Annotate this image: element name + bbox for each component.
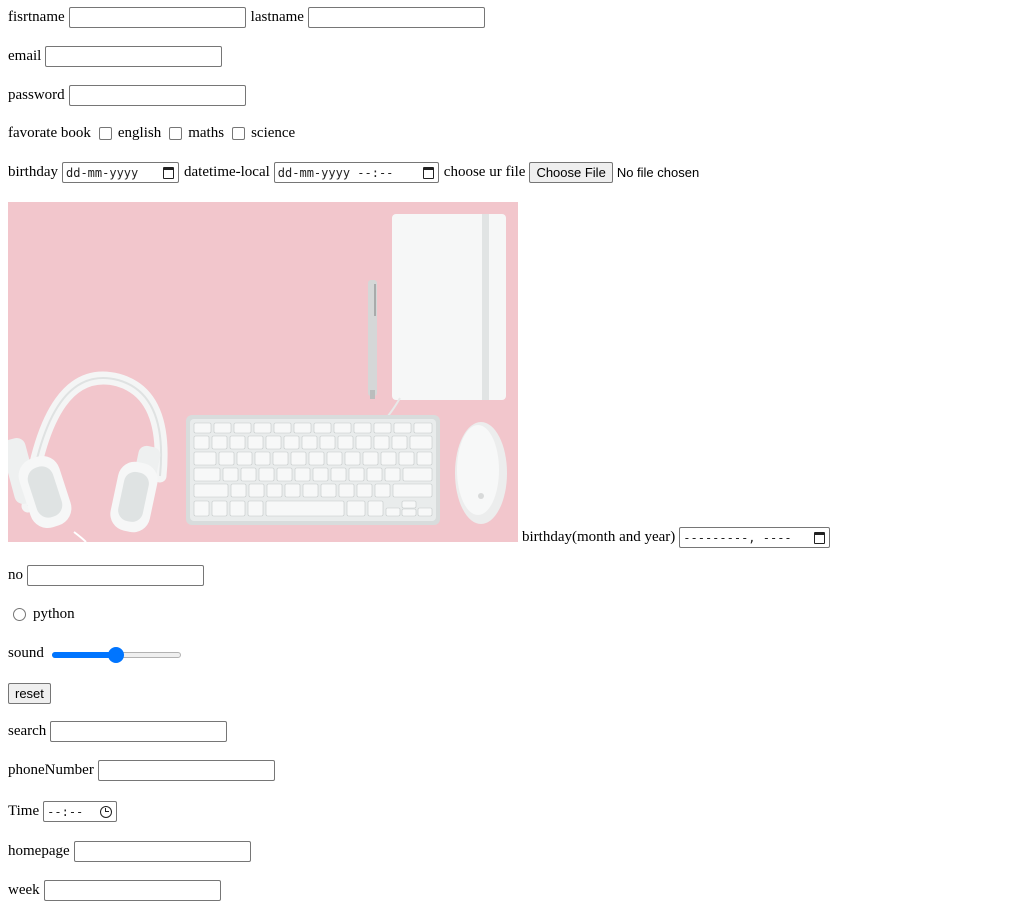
mouse — [455, 422, 507, 524]
sound-label: sound — [8, 645, 44, 661]
datetime-local-placeholder: dd-mm-yyyy --:-- — [277, 165, 394, 180]
homepage-row: homepage — [8, 841, 251, 862]
time-input[interactable]: --:-- — [43, 801, 118, 822]
datetime-local-label: datetime-local — [184, 164, 270, 180]
number-input[interactable] — [27, 565, 204, 586]
maths-checkbox[interactable] — [169, 127, 183, 140]
phone-row: phoneNumber — [8, 760, 275, 781]
number-row: no — [8, 565, 204, 586]
month-input[interactable]: ---------, ---- — [679, 527, 831, 548]
search-label: search — [8, 723, 47, 739]
reset-button[interactable]: reset — [8, 683, 51, 704]
firstname-label: fisrtname — [8, 9, 65, 25]
radio-row: python — [8, 606, 75, 623]
month-placeholder: ---------, ---- — [683, 530, 792, 545]
file-label: choose ur file — [443, 164, 526, 180]
calendar-icon[interactable] — [422, 166, 434, 179]
notebook — [387, 214, 506, 417]
lastname-input[interactable] — [307, 7, 485, 28]
month-row: birthday(month and year) ---------, ---- — [522, 527, 831, 548]
calendar-icon[interactable] — [814, 531, 826, 544]
time-label: Time — [8, 803, 40, 819]
sound-slider[interactable] — [51, 646, 181, 663]
phone-label: phoneNumber — [8, 762, 94, 778]
science-checkbox[interactable] — [232, 127, 246, 140]
slider-fill — [51, 651, 117, 658]
english-label: english — [117, 125, 162, 141]
search-input[interactable] — [50, 721, 228, 742]
week-label: week — [8, 882, 40, 898]
week-row: week — [8, 880, 221, 901]
choose-file-button[interactable]: Choose File — [529, 162, 613, 183]
password-input[interactable] — [68, 85, 246, 106]
favorite-book-row: favorate book english maths science — [8, 125, 295, 142]
desk-photo — [8, 202, 518, 542]
email-label: email — [8, 48, 42, 64]
favorite-book-label: favorate book — [8, 125, 91, 141]
homepage-label: homepage — [8, 843, 70, 859]
firstname-input[interactable] — [68, 7, 246, 28]
datetime-local-input[interactable]: dd-mm-yyyy --:-- — [273, 162, 439, 183]
search-row: search — [8, 721, 228, 742]
science-label: science — [251, 125, 296, 141]
birthday-date-placeholder: dd-mm-yyyy — [66, 165, 139, 180]
dates-file-row: birthday dd-mm-yyyy datetime-local dd-mm… — [8, 162, 699, 183]
reset-row: reset — [8, 683, 51, 704]
clock-icon[interactable] — [100, 805, 113, 818]
birthday-label: birthday — [8, 164, 58, 180]
homepage-input[interactable] — [73, 841, 251, 862]
email-input[interactable] — [45, 46, 223, 67]
week-input[interactable] — [43, 880, 221, 901]
file-status: No file chosen — [616, 165, 700, 180]
lastname-label: lastname — [250, 9, 304, 25]
calendar-icon[interactable] — [163, 166, 174, 179]
password-label: password — [8, 87, 65, 103]
time-placeholder: --:-- — [47, 804, 84, 819]
password-row: password — [8, 85, 246, 106]
pen — [368, 280, 377, 399]
python-radio[interactable] — [13, 608, 26, 621]
sound-row: sound — [8, 645, 181, 663]
birthday-date-input[interactable]: dd-mm-yyyy — [62, 162, 179, 183]
time-row: Time --:-- — [8, 801, 118, 822]
keyboard — [186, 415, 440, 525]
name-row: fisrtname lastname — [8, 7, 485, 28]
email-row: email — [8, 46, 223, 67]
maths-label: maths — [188, 125, 225, 141]
phone-input[interactable] — [97, 760, 275, 781]
python-label: python — [33, 606, 75, 622]
slider-thumb[interactable] — [108, 646, 125, 663]
english-checkbox[interactable] — [98, 127, 112, 140]
month-label: birthday(month and year) — [522, 529, 676, 545]
number-label: no — [8, 567, 23, 583]
